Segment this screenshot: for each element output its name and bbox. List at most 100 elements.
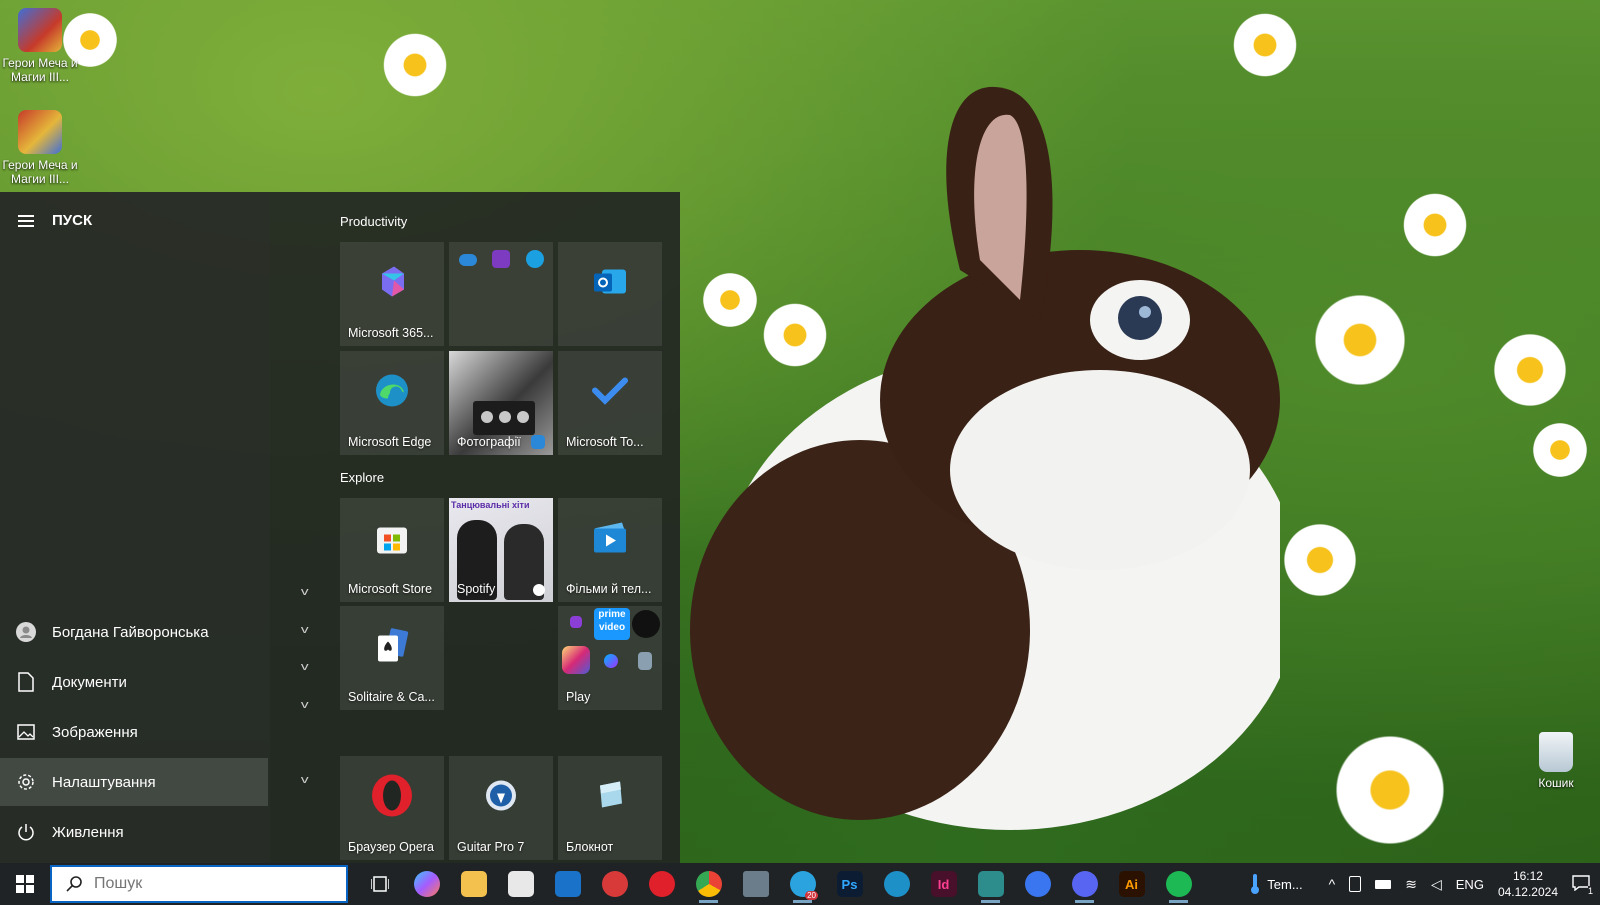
volume-icon[interactable]: ◁	[1431, 876, 1442, 893]
tile-opera[interactable]: Браузер Opera	[340, 756, 444, 860]
copilot-icon	[413, 871, 440, 897]
calculator-icon	[742, 871, 769, 897]
rail-item-label: Зображення	[52, 723, 138, 741]
tile-microsoft-edge[interactable]: Microsoft Edge	[340, 351, 444, 455]
photo-preview-knob	[517, 411, 529, 423]
tile-microsoft-todo[interactable]: Microsoft To...	[558, 351, 662, 455]
taskbar-outlook[interactable]	[544, 863, 591, 905]
task-view-icon	[370, 876, 389, 892]
device-icon[interactable]	[1349, 876, 1362, 892]
chevron-up-icon[interactable]: ^	[1329, 876, 1336, 892]
taskbar-copilot[interactable]	[403, 863, 450, 905]
taskbar-edge[interactable]	[873, 863, 920, 905]
microsoft-365-icon	[374, 263, 410, 304]
tile-solitaire[interactable]: Solitaire & Ca...	[340, 606, 444, 710]
taskbar-photoshop[interactable]: Ps	[826, 863, 873, 905]
rail-item-settings[interactable]: Налаштування	[0, 758, 268, 806]
desktop-icon-heroes-2[interactable]: Герои Меча и Магии III...	[0, 110, 80, 186]
tile-spotify[interactable]: Танцювальні хіти Spotify	[449, 498, 553, 602]
spotify-logo-icon	[533, 584, 545, 596]
taskbar-spotify[interactable]	[1155, 863, 1202, 905]
taskbar-indesign[interactable]: Id	[920, 863, 967, 905]
daisy-flower	[380, 30, 450, 100]
rail-item-label: Документи	[52, 673, 127, 691]
chevron-down-icon[interactable]: v	[301, 661, 309, 673]
onenote-icon	[492, 250, 510, 268]
tile-outlook[interactable]	[558, 242, 662, 346]
start-menu: ПУСК Богдана Гайворонська Документи Зобр…	[0, 192, 680, 863]
chevron-down-icon[interactable]: v	[301, 774, 309, 786]
group-label-explore[interactable]: Explore	[340, 470, 384, 485]
taskbar-calculator[interactable]	[732, 863, 779, 905]
clock-time: 16:12	[1512, 869, 1543, 883]
taskbar-search-box[interactable]	[50, 865, 348, 903]
taskbar-opera[interactable]	[638, 863, 685, 905]
chevron-down-icon[interactable]: v	[301, 699, 309, 711]
power-icon	[16, 822, 36, 842]
taskbar-app-red[interactable]	[591, 863, 638, 905]
tile-label: Фільми й тел...	[566, 582, 652, 596]
rail-item-user[interactable]: Богдана Гайворонська	[0, 608, 268, 656]
clipchamp-icon	[570, 616, 582, 628]
notification-count: 1	[1587, 885, 1593, 896]
taskbar-file-explorer[interactable]	[450, 863, 497, 905]
edge-icon	[374, 372, 410, 413]
movies-play-icon	[592, 520, 628, 559]
windows-logo-icon	[16, 875, 34, 893]
start-header: ПУСК	[18, 212, 92, 229]
task-view-button[interactable]	[356, 863, 403, 905]
taskbar-telegram[interactable]: 20	[779, 863, 826, 905]
taskbar-app-teal[interactable]	[967, 863, 1014, 905]
tile-office-folder[interactable]	[449, 242, 553, 346]
tile-microsoft-store[interactable]: Microsoft Store	[340, 498, 444, 602]
store-icon	[507, 871, 534, 897]
chevron-down-icon[interactable]: v	[301, 624, 309, 636]
tile-label: Microsoft 365...	[348, 326, 434, 340]
messenger-icon	[604, 654, 618, 668]
battery-icon[interactable]	[1375, 879, 1392, 889]
tile-notepad[interactable]: Блокнот	[558, 756, 662, 860]
desktop-icon-recycle-bin[interactable]: Кошик	[1516, 732, 1596, 790]
rail-item-power[interactable]: Живлення	[0, 808, 268, 856]
cards-icon	[374, 627, 410, 668]
taskbar-signal[interactable]	[1014, 863, 1061, 905]
prime-video-icon: prime video	[594, 608, 630, 640]
rail-item-pictures[interactable]: Зображення	[0, 708, 268, 756]
daisy-flower	[1280, 520, 1360, 600]
daisy-flower	[1530, 420, 1590, 480]
tile-label: Guitar Pro 7	[457, 840, 525, 854]
store-bag-icon	[374, 519, 410, 560]
tile-play-folder[interactable]: prime video Play	[558, 606, 662, 710]
group-label-productivity[interactable]: Productivity	[340, 214, 407, 229]
image-icon	[16, 722, 36, 742]
tile-photos[interactable]: Фотографії	[449, 351, 553, 455]
photo-preview-knob	[481, 411, 493, 423]
search-input[interactable]	[92, 874, 316, 894]
notification-center-button[interactable]: 1	[1572, 874, 1593, 896]
onedrive-icon	[459, 254, 477, 266]
weather-widget[interactable]: Tem...	[1249, 873, 1303, 895]
taskbar-chrome[interactable]	[685, 863, 732, 905]
tile-guitar-pro[interactable]: Guitar Pro 7	[449, 756, 553, 860]
photos-app-icon	[531, 435, 545, 449]
outlook-icon	[592, 265, 628, 302]
bunny-image	[690, 86, 1280, 830]
desktop-icon-label: Герои Меча и Магии III...	[2, 158, 78, 186]
taskbar-illustrator[interactable]: Ai	[1108, 863, 1155, 905]
wifi-icon[interactable]: ≋	[1405, 876, 1417, 893]
tile-label: Блокнот	[566, 840, 614, 854]
user-icon	[16, 622, 36, 642]
desktop-icon-heroes-1[interactable]: Герои Меча и Магии III...	[0, 8, 80, 84]
clock[interactable]: 16:12 04.12.2024	[1498, 868, 1558, 900]
hamburger-menu-icon[interactable]	[18, 214, 34, 227]
language-indicator[interactable]: ENG	[1456, 877, 1484, 892]
taskbar-discord[interactable]	[1061, 863, 1108, 905]
daisy-flower	[1490, 330, 1570, 410]
taskbar-microsoft-store[interactable]	[497, 863, 544, 905]
checkmark-icon	[592, 376, 628, 409]
tile-movies-tv[interactable]: Фільми й тел...	[558, 498, 662, 602]
start-button[interactable]	[0, 863, 50, 905]
tile-microsoft-365[interactable]: Microsoft 365...	[340, 242, 444, 346]
rail-item-documents[interactable]: Документи	[0, 658, 268, 706]
chevron-down-icon[interactable]: v	[301, 586, 309, 598]
